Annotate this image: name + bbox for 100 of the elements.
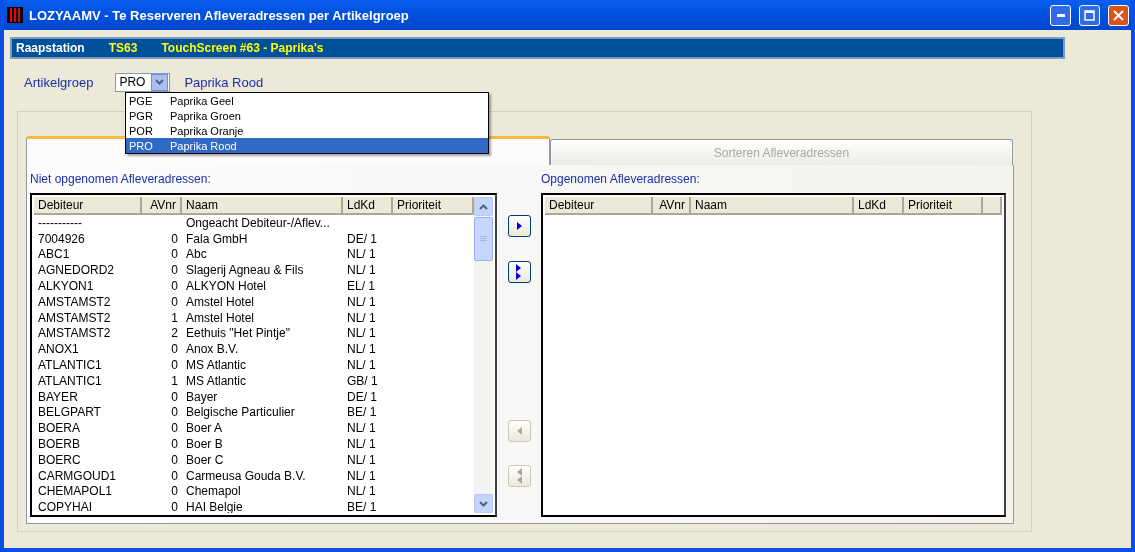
table-cell-text: NL/ 1	[346, 341, 377, 358]
move-button[interactable]	[507, 215, 531, 237]
table-cell-text: Chemapol	[185, 483, 242, 500]
table-cell-text: Amstel Hotel	[185, 294, 256, 310]
close-button[interactable]	[1108, 4, 1129, 26]
app-icon	[7, 7, 23, 23]
dropdown-option[interactable]: POR Paprika Oranje	[126, 123, 488, 138]
table-cell-text: NL/ 1	[346, 262, 377, 279]
table-cell-text: Abc	[185, 246, 208, 263]
table-cell-text: Boer B	[185, 436, 224, 452]
table-cell-text: DE/ 1	[346, 388, 378, 405]
move-button[interactable]	[507, 261, 531, 283]
table-cell-text: Amstel Hotel	[185, 309, 256, 326]
table-cell-text: AMSTAMST2	[37, 294, 112, 310]
column-header[interactable]: Naam	[691, 197, 854, 215]
table-cell-text: Eethuis "Het Pintje"	[185, 325, 291, 342]
table-cell-text: GB/ 1	[346, 372, 379, 389]
chevron-down-icon	[479, 500, 488, 507]
table-cell-text: Fala GmbH	[185, 230, 249, 247]
table-cell-text: 0	[170, 294, 179, 310]
table-cell-text: Boer A	[185, 420, 224, 437]
table-cell-text: 0	[170, 420, 179, 437]
table-cell-text: CHEMAPOL1	[37, 483, 114, 500]
close-icon	[1113, 9, 1124, 21]
column-header[interactable]: AVnr	[142, 197, 182, 215]
table-cell-text: BOERB	[37, 436, 81, 452]
table-cell-text: Belgische Particulier	[185, 404, 296, 421]
table-cell-text: 0	[170, 278, 179, 294]
table-cell-text: 0	[170, 262, 179, 279]
table-cell-text: AMSTAMST2	[37, 325, 112, 342]
station-code: TS63	[108, 41, 138, 55]
window-title: LOZYAAMV - Te Reserveren Afleveradressen per Artikelgroep	[29, 7, 410, 23]
minimize-button[interactable]	[1050, 4, 1071, 26]
table-cell-text: ATLANTIC1	[37, 357, 103, 373]
table-cell-text: -----------	[37, 215, 83, 231]
table-cell-text: 7004926	[37, 230, 86, 247]
table-cell-text: DE/ 1	[346, 230, 378, 247]
dropdown-option[interactable]: PRO Paprika Rood	[126, 138, 488, 153]
table-cell-text: 2	[170, 325, 179, 342]
table-cell-text: COPYHAI	[37, 499, 93, 513]
table-cell-text: ALKYON Hotel	[185, 278, 268, 294]
column-header[interactable]: AVnr	[653, 197, 691, 215]
table-cell-text: BAYER	[37, 388, 79, 405]
maximize-icon	[1084, 9, 1095, 21]
table-cell-text: 0	[170, 230, 179, 247]
table-cell-text: NL/ 1	[346, 294, 377, 310]
station-label: Raapstation	[16, 41, 85, 55]
table-cell-text: Anox B.V.	[185, 341, 240, 358]
table-cell-text: ATLANTIC1	[37, 372, 103, 389]
chevron-up-icon	[479, 203, 488, 210]
table-cell-text: NL/ 1	[346, 309, 377, 326]
column-header[interactable]: LdKd	[343, 197, 393, 215]
table-cell-text: BE/ 1	[346, 404, 378, 421]
table-cell-text: NL/ 1	[346, 483, 377, 500]
column-header[interactable]: Debiteur	[34, 197, 142, 215]
group-description: Paprika Rood	[184, 74, 264, 90]
table-cell-text: BOERA	[37, 420, 81, 437]
table-cell-text: 0	[170, 404, 179, 421]
table-cell-text: BELGPART	[37, 404, 102, 421]
column-header[interactable]: Prioriteit	[393, 197, 474, 215]
table-cell-text: NL/ 1	[346, 325, 377, 342]
table-cell-text: ALKYON1	[37, 278, 95, 294]
table-cell-text: 1	[170, 309, 179, 326]
table-cell-text: NL/ 1	[346, 420, 377, 437]
group-combobox[interactable]: PRO	[115, 72, 171, 92]
table-cell-text: Bayer	[185, 388, 219, 405]
table-cell-text: Slagerij Agneau & Fils	[185, 262, 305, 279]
dropdown-option[interactable]: PGR Paprika Groen	[126, 108, 488, 123]
table-cell-text: Boer C	[185, 451, 225, 468]
column-header	[983, 197, 1002, 215]
double-triangle-left-icon	[516, 468, 522, 484]
column-header[interactable]: LdKd	[854, 197, 904, 215]
table-cell-text: 0	[170, 246, 179, 263]
table-cell-text: MS Atlantic	[185, 372, 248, 389]
address-table[interactable]	[30, 193, 497, 517]
table-cell-text: NL/ 1	[346, 467, 377, 484]
table-cell-text: Carmeusa Gouda B.V.	[185, 467, 307, 484]
address-table[interactable]: Debiteur AVnr Naam LdKd Prioriteit	[541, 193, 1006, 517]
scrollbar[interactable]	[474, 197, 493, 513]
list-title: Niet opgenomen Afleveradressen:	[30, 172, 212, 186]
field-label: Artikelgroep	[24, 74, 94, 90]
maximize-button[interactable]	[1079, 4, 1100, 26]
table-cell-text: NL/ 1	[346, 436, 377, 452]
table-cell-text: Ongeacht Debiteur-/Aflev...	[185, 215, 331, 231]
dropdown-option[interactable]: PGE Paprika Geel	[126, 93, 488, 108]
table-cell-text: 0	[170, 467, 179, 484]
table-cell-text: 0	[170, 436, 179, 452]
table-cell-text: BOERC	[37, 451, 82, 468]
table-cell-text: ANOX1	[37, 341, 80, 358]
table-cell-text: AGNEDORD2	[37, 262, 115, 279]
table-cell-text: MS Atlantic	[185, 357, 248, 373]
column-header[interactable]: Naam	[182, 197, 343, 215]
column-header[interactable]: Debiteur	[545, 197, 653, 215]
table-cell-text: NL/ 1	[346, 357, 377, 373]
table-cell-text: 0	[170, 499, 179, 513]
table-cell-text: 0	[170, 451, 179, 468]
triangle-right-icon	[516, 222, 522, 230]
double-triangle-right-icon	[516, 264, 522, 280]
column-header[interactable]: Prioriteit	[904, 197, 983, 215]
table-cell-text: BE/ 1	[346, 499, 378, 513]
